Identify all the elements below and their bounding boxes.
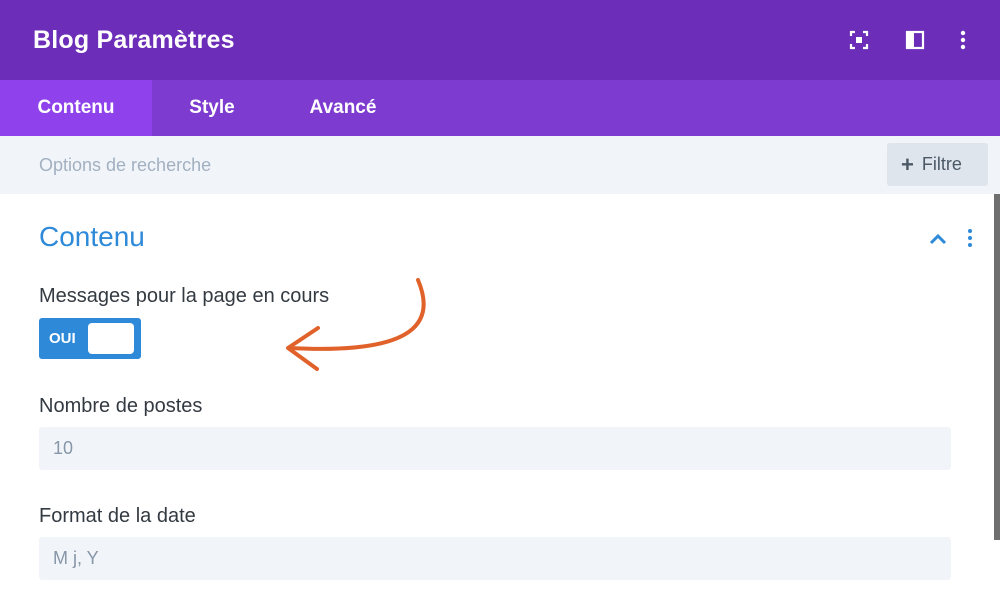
tab-bar: Contenu Style Avancé — [0, 80, 1000, 136]
fullscreen-icon[interactable] — [847, 28, 871, 52]
section-title: Contenu — [39, 221, 145, 252]
tab-contenu[interactable]: Contenu — [0, 80, 152, 136]
tab-style[interactable]: Style — [152, 80, 272, 136]
filter-button[interactable]: + Filtre — [887, 143, 988, 186]
more-options-icon[interactable] — [951, 28, 975, 52]
toggle-knob — [88, 323, 134, 354]
post-count-input[interactable] — [39, 427, 951, 470]
split-view-icon[interactable] — [903, 28, 927, 52]
post-count-label: Nombre de postes — [39, 395, 203, 417]
plus-icon: + — [901, 151, 914, 177]
options-search-bar[interactable]: Options de recherche — [0, 136, 1000, 194]
current-page-label: Messages pour la page en cours — [39, 285, 330, 307]
filter-label: Filtre — [921, 154, 962, 174]
section-more-options-icon[interactable] — [962, 228, 978, 248]
date-format-input[interactable] — [39, 537, 951, 580]
search-input[interactable]: Options de recherche — [39, 155, 211, 176]
tab-avance[interactable]: Avancé — [272, 80, 414, 136]
toggle-state-text: OUI — [49, 330, 76, 347]
current-page-toggle[interactable]: OUI — [39, 318, 141, 359]
scrollbar[interactable] — [994, 194, 1000, 540]
chevron-up-icon[interactable] — [928, 232, 948, 246]
date-format-label: Format de la date — [39, 505, 196, 527]
settings-title: Blog Paramètres — [33, 26, 235, 54]
